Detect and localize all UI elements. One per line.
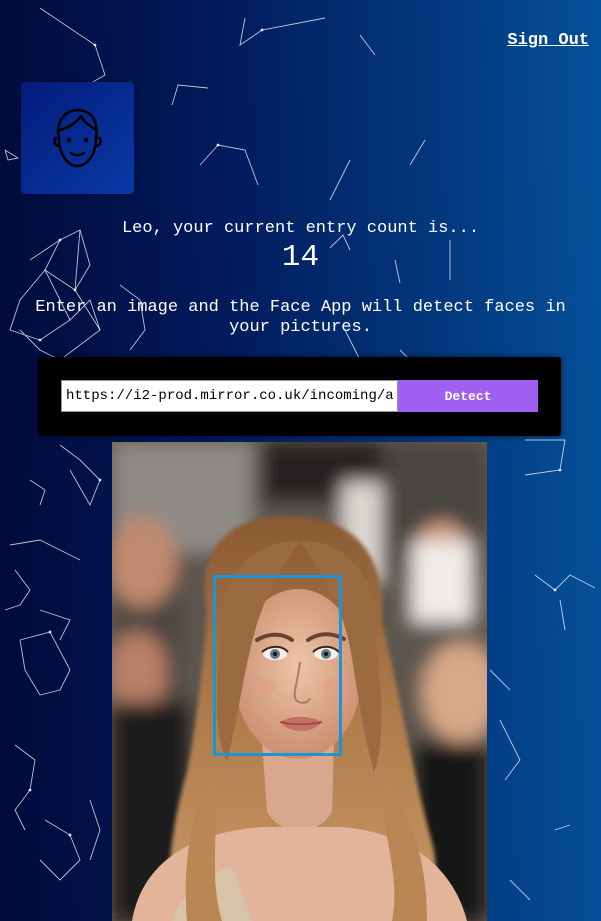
sign-out-link[interactable]: Sign Out	[507, 31, 589, 50]
face-outline-icon	[53, 108, 102, 168]
entry-count-greeting: Leo, your current entry count is...	[121, 219, 480, 238]
image-url-input[interactable]	[61, 380, 398, 412]
face-detection-box	[213, 575, 342, 756]
detect-button[interactable]: Detect	[398, 380, 538, 412]
detected-photo	[112, 442, 487, 921]
instructions-text: Enter an image and the Face App will det…	[35, 298, 566, 337]
image-url-form: Detect	[38, 357, 561, 436]
entry-count-value: 14	[281, 240, 320, 275]
app-logo	[21, 82, 134, 194]
